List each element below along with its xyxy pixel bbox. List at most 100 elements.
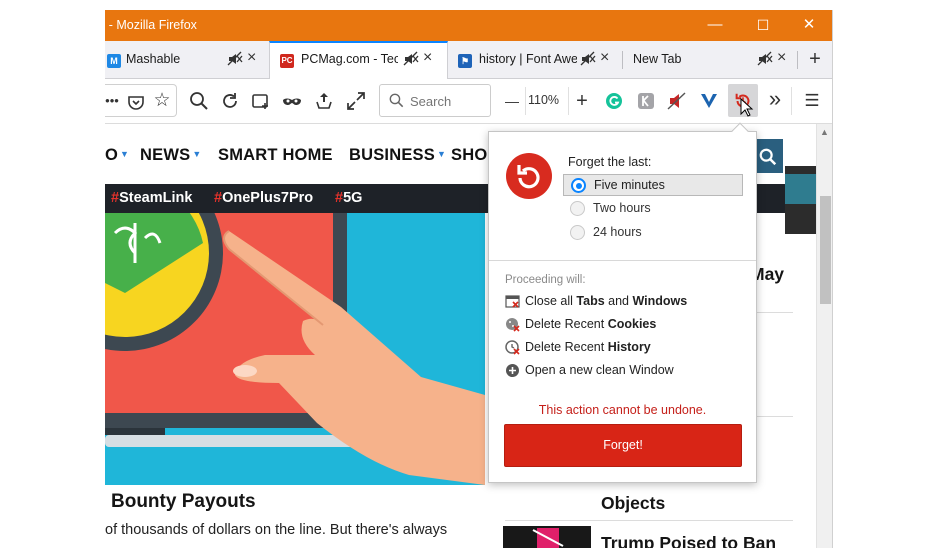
option-two-hours[interactable]: Two hours — [563, 198, 743, 220]
scroll-up-arrow-icon[interactable]: ▲ — [820, 127, 829, 137]
radio-button[interactable] — [570, 225, 585, 240]
site-nav-item[interactable]: O ▼ — [105, 146, 129, 165]
nav-item-label: NEWS — [140, 146, 191, 164]
action-delete-cookies: Delete Recent Cookies — [505, 316, 745, 334]
keeper-extension-icon[interactable] — [635, 90, 657, 112]
zoom-level[interactable]: 110% — [528, 93, 559, 107]
article-headline[interactable]: Bounty Payouts — [111, 491, 256, 513]
muted-audio-icon[interactable] — [757, 51, 773, 67]
panel-divider — [489, 260, 756, 261]
forget-button-toolbar-active[interactable] — [728, 84, 758, 117]
action-text: Open a new clean Window — [525, 363, 674, 377]
search-box-icon — [389, 93, 404, 108]
new-container-tab-icon[interactable] — [250, 90, 272, 112]
option-label: Two hours — [593, 201, 651, 215]
right-headline[interactable]: Objects — [601, 493, 665, 514]
right-headline[interactable]: Trump Poised to Ban — [601, 533, 776, 548]
close-tab-icon[interactable]: × — [777, 50, 791, 66]
option-five-minutes[interactable]: Five minutes — [563, 174, 743, 196]
vpn-v-icon[interactable] — [698, 90, 720, 112]
tag-label: SteamLink — [119, 190, 193, 206]
close-window-button[interactable]: ✕ — [797, 14, 821, 36]
article-hero-illustration[interactable] — [105, 213, 485, 485]
site-nav-item[interactable]: SMART HOME — [218, 146, 333, 165]
option-24-hours[interactable]: 24 hours — [563, 222, 743, 244]
article-thumbnail[interactable] — [503, 526, 591, 548]
caret-down-icon: ▼ — [120, 149, 130, 159]
url-bar[interactable]: ••• ☆ — [105, 84, 177, 117]
toolbar-divider — [791, 87, 792, 115]
page-scrollbar[interactable]: ▲ — [816, 124, 832, 548]
nav-toolbar: ••• ☆ — 110% + » ☰ — [105, 79, 832, 124]
muted-audio-icon[interactable] — [227, 51, 243, 67]
option-label: Five minutes — [594, 178, 665, 192]
overflow-chevron-icon[interactable]: » — [764, 88, 786, 110]
site-nav-item[interactable]: BUSINESS ▼ — [349, 146, 446, 165]
zoom-in-button[interactable]: + — [571, 90, 593, 112]
forget-button[interactable]: Forget! — [504, 424, 742, 467]
mashable-favicon: M — [107, 54, 121, 68]
radio-button-selected[interactable] — [571, 178, 586, 193]
action-text: Delete Recent Cookies — [525, 317, 657, 331]
page-actions-icon[interactable]: ••• — [105, 90, 123, 112]
search-field[interactable] — [379, 84, 491, 117]
caret-down-icon: ▼ — [192, 149, 202, 159]
undo-clock-icon — [517, 165, 540, 189]
forget-panel: Forget the last: Five minutes Two hours … — [488, 122, 757, 483]
trending-tag[interactable]: #SteamLink — [111, 190, 192, 206]
right-thumbnail-detail — [785, 174, 816, 204]
close-tab-icon[interactable]: × — [423, 50, 437, 66]
tab-label: history | Font Awes — [479, 52, 577, 66]
forget-logo-icon — [506, 153, 552, 199]
private-mask-icon[interactable] — [281, 90, 303, 112]
site-search-button[interactable] — [753, 139, 783, 173]
tab-new-tab[interactable]: New Tab × — [623, 41, 797, 78]
laptop-hand-illustration — [105, 213, 485, 485]
tab-label: New Tab — [633, 52, 682, 66]
cookie-icon — [506, 318, 520, 332]
new-tab-button[interactable]: + — [804, 48, 826, 70]
tab-font-awesome[interactable]: ⚑ history | Font Awes × — [448, 41, 622, 78]
pocket-icon[interactable] — [125, 91, 147, 113]
scrollbar-thumb[interactable] — [820, 196, 831, 304]
nav-item-label: BUSINESS — [349, 146, 435, 164]
section-divider — [505, 520, 793, 521]
trending-tag[interactable]: #5G — [335, 190, 362, 206]
forget-heading: Forget the last: — [568, 155, 652, 169]
minimize-button[interactable]: — — [703, 14, 727, 36]
grammarly-icon[interactable] — [603, 90, 625, 112]
radio-button[interactable] — [570, 201, 585, 216]
warning-text: This action cannot be undone. — [538, 403, 707, 417]
reload-icon[interactable] — [219, 90, 241, 112]
trending-tag[interactable]: #OnePlus7Pro — [214, 190, 313, 206]
zoom-divider — [568, 87, 569, 115]
proceeding-label: Proceeding will: — [505, 274, 586, 286]
search-icon[interactable] — [188, 90, 210, 112]
site-nav-item[interactable]: NEWS ▼ — [140, 146, 201, 165]
tab-pcmag[interactable]: PC PCMag.com - Tech × — [269, 41, 448, 79]
extension-upload-icon[interactable] — [313, 90, 335, 112]
close-windows-icon — [505, 295, 520, 308]
muted-audio-icon[interactable] — [403, 51, 419, 67]
maximize-button[interactable]: ☐ — [751, 14, 775, 36]
tab-label: PCMag.com - Tech — [301, 52, 398, 66]
action-new-window: Open a new clean Window — [505, 362, 745, 380]
action-text: Delete Recent History — [525, 340, 651, 354]
close-tab-icon[interactable]: × — [600, 50, 614, 66]
mouse-cursor-icon — [740, 98, 754, 117]
zoom-out-button[interactable]: — — [501, 90, 523, 112]
muted-audio-icon[interactable] — [580, 51, 596, 67]
window-title: s - Mozilla Firefox — [105, 18, 197, 32]
fullscreen-expand-icon[interactable] — [345, 90, 367, 112]
option-label: 24 hours — [593, 225, 642, 239]
nav-item-label: SMART HOME — [218, 146, 333, 164]
search-input[interactable] — [410, 93, 486, 109]
close-tab-icon[interactable]: × — [247, 50, 261, 66]
tag-label: 5G — [343, 190, 363, 206]
tab-mashable[interactable]: M Mashable × — [105, 41, 269, 78]
bookmark-star-icon[interactable]: ☆ — [151, 90, 173, 112]
hamburger-menu-icon[interactable]: ☰ — [801, 90, 823, 112]
article-summary: of thousands of dollars on the line. But… — [105, 522, 448, 538]
muted-speaker-extension-icon[interactable] — [666, 90, 688, 112]
search-icon — [759, 148, 777, 166]
